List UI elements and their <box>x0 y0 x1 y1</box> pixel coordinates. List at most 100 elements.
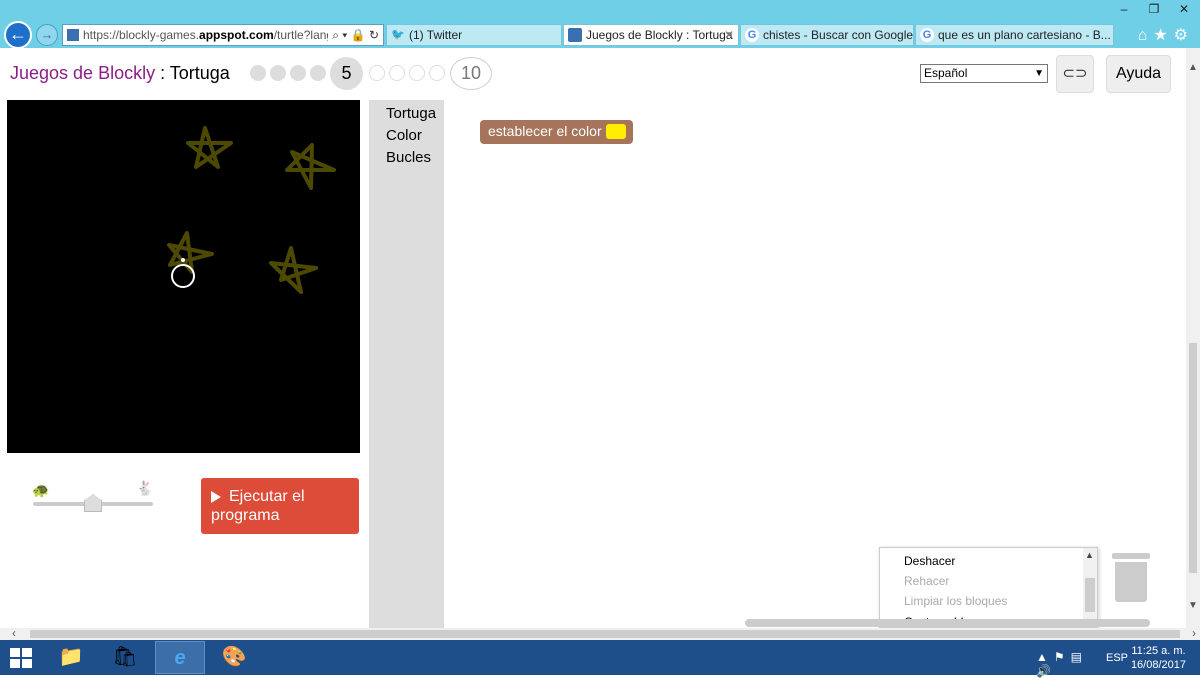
horizontal-scroll-thumb[interactable] <box>30 630 1180 638</box>
level-dot[interactable] <box>270 65 286 81</box>
title-separator: : <box>155 63 170 83</box>
toolbox-category-tortuga[interactable]: Tortuga <box>386 105 436 122</box>
tab-chistes[interactable]: G chistes - Buscar con Google <box>740 24 914 46</box>
last-level-indicator[interactable]: 10 <box>450 57 492 90</box>
language-value: Español <box>924 66 968 80</box>
run-label: Ejecutar el programa <box>211 488 305 524</box>
language-select[interactable]: Español ▼ <box>920 64 1048 83</box>
page-icon <box>67 29 79 41</box>
blockly-toolbox: Tortuga Color Bucles <box>369 100 444 628</box>
page-vertical-scrollbar[interactable]: ▲ ▼ <box>1186 48 1200 628</box>
browser-chrome: ← → https://blockly-games.appspot.com/tu… <box>0 0 1200 49</box>
chevron-down-icon: ▼ <box>1034 68 1044 79</box>
url-domain: appspot.com <box>199 28 274 42</box>
level-dot[interactable] <box>250 65 266 81</box>
browser-toolbar-icons: ⌂★⚙ <box>1138 25 1194 45</box>
forward-button[interactable]: → <box>36 24 58 46</box>
google-icon: G <box>745 28 759 42</box>
chevron-down-icon[interactable]: ▼ <box>1188 600 1198 611</box>
google-icon: G <box>920 28 934 42</box>
volume-icon: 🔊 <box>1036 664 1057 678</box>
tab-twitter[interactable]: 🐦 (1) Twitter <box>386 24 562 46</box>
current-level-indicator[interactable]: 5 <box>330 57 363 90</box>
chevron-up-icon[interactable]: ▲ <box>1188 62 1198 73</box>
context-menu: Deshacer Rehacer Limpiar los bloques Con… <box>879 547 1098 628</box>
file-explorer-icon[interactable]: 📁 <box>46 641 96 674</box>
trash-lid <box>1112 553 1150 559</box>
level-dot[interactable] <box>310 65 326 81</box>
menu-scroll-thumb[interactable] <box>1085 578 1095 612</box>
level-dot[interactable] <box>409 65 425 81</box>
url-scheme-host: https://blockly-games. <box>83 28 200 42</box>
turtle-icon <box>171 264 195 288</box>
network-icon: ▤ <box>1070 650 1088 664</box>
turtle-head-icon <box>181 258 185 262</box>
home-icon[interactable]: ⌂ <box>1138 27 1154 44</box>
tab-blockly[interactable]: Juegos de Blockly : Tortuga ✕ <box>563 24 739 46</box>
back-button[interactable]: ← <box>4 21 32 49</box>
maximize-icon[interactable]: ❐ <box>1140 0 1168 20</box>
menu-item-undo[interactable]: Deshacer <box>904 554 955 568</box>
vertical-scroll-thumb[interactable] <box>1189 343 1197 573</box>
star-shape <box>167 231 214 274</box>
slider-knob[interactable] <box>84 494 102 512</box>
close-tab-icon[interactable]: ✕ <box>724 25 734 45</box>
minimize-icon[interactable]: – <box>1110 0 1138 20</box>
close-window-icon[interactable]: ✕ <box>1170 0 1198 20</box>
title-brand[interactable]: Juegos de Blockly <box>10 63 155 83</box>
taskbar: 📁 🛍 e 🎨 ▲⚑▤ 🔊 ESP 11:25 a. m. 16/08/2017 <box>0 640 1200 678</box>
clock[interactable]: 11:25 a. m. 16/08/2017 <box>1131 644 1186 672</box>
clock-time: 11:25 a. m. <box>1131 645 1186 657</box>
chevron-up-icon[interactable]: ▲ <box>1085 550 1094 560</box>
clock-date: 16/08/2017 <box>1130 659 1186 671</box>
block-label: establecer el color a <box>488 123 614 139</box>
chevron-right-icon[interactable]: › <box>1192 626 1196 640</box>
star-shape <box>269 246 318 294</box>
run-program-button[interactable]: Ejecutar el programa <box>201 478 359 534</box>
trash-icon[interactable] <box>1112 553 1150 603</box>
toolbox-category-bucles[interactable]: Bucles <box>386 149 431 166</box>
tab-label: Juegos de Blockly : Tortuga <box>586 28 733 42</box>
trash-body <box>1115 562 1147 602</box>
paint-icon[interactable]: 🎨 <box>209 641 259 674</box>
tab-label: chistes - Buscar con Google <box>763 28 914 42</box>
menu-item-redo: Rehacer <box>904 574 950 588</box>
help-button[interactable]: Ayuda <box>1106 55 1171 93</box>
page-horizontal-scrollbar[interactable]: ‹ › <box>0 626 1200 640</box>
twitter-icon: 🐦 <box>391 29 405 41</box>
page-header: Juegos de Blockly : Tortuga 5 10 Español… <box>0 48 1186 100</box>
page-title: Juegos de Blockly : Tortuga <box>10 63 230 84</box>
level-dot[interactable] <box>389 65 405 81</box>
level-dot[interactable] <box>290 65 306 81</box>
windows-start-icon[interactable] <box>10 648 32 668</box>
turtle-slow-icon: 🐢 <box>32 482 50 498</box>
set-color-block[interactable]: establecer el color a <box>480 120 633 144</box>
workspace-horizontal-scrollbar[interactable] <box>745 619 1150 627</box>
chevron-left-icon[interactable]: ‹ <box>12 626 16 640</box>
tray-icons[interactable]: ▲⚑▤ 🔊 <box>1036 650 1088 678</box>
tab-plano-cartesiano[interactable]: G que es un plano cartesiano - B... <box>915 24 1114 46</box>
address-bar[interactable]: https://blockly-games.appspot.com/turtle… <box>62 24 384 46</box>
favorites-star-icon[interactable]: ★ <box>1153 27 1173 44</box>
toolbox-category-color[interactable]: Color <box>386 127 422 144</box>
settings-gear-icon[interactable]: ⚙ <box>1174 27 1194 44</box>
level-dot[interactable] <box>369 65 385 81</box>
turtle-canvas <box>7 100 360 453</box>
store-icon[interactable]: 🛍 <box>100 641 150 674</box>
link-button[interactable]: ⊂⊃ <box>1056 55 1094 93</box>
level-dot[interactable] <box>429 65 445 81</box>
title-game: Tortuga <box>169 63 230 83</box>
internet-explorer-icon[interactable]: e <box>155 641 205 674</box>
action-center-icon: ⚑ <box>1053 650 1071 664</box>
menu-scrollbar[interactable]: ▲ <box>1083 548 1097 627</box>
show-hidden-icon: ▲ <box>1036 650 1054 664</box>
star-shape <box>186 126 233 169</box>
address-bar-icons[interactable]: ⌕ ▾ 🔒 ↻ <box>328 25 379 45</box>
color-swatch[interactable] <box>606 124 626 139</box>
menu-item-clean-up: Limpiar los bloques <box>904 594 1008 608</box>
blockly-icon <box>568 28 582 42</box>
input-language[interactable]: ESP <box>1106 652 1128 664</box>
speed-slider[interactable]: 🐢 🐇 <box>30 480 158 520</box>
play-icon <box>211 490 221 503</box>
star-shape <box>285 143 336 190</box>
